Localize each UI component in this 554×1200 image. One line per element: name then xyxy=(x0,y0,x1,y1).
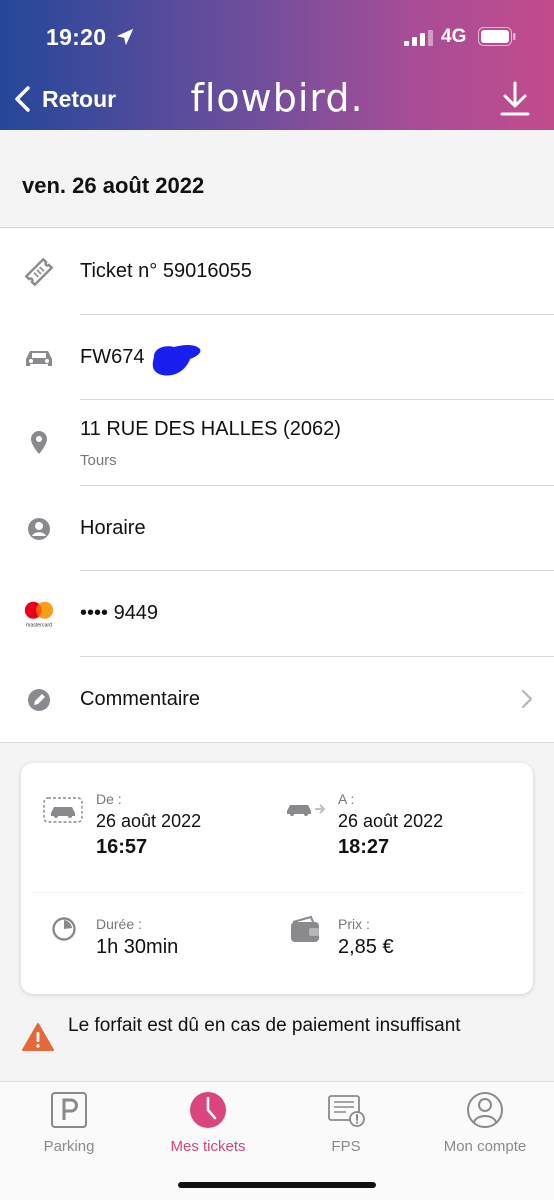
parking-summary-card: De : 26 août 2022 16:57 A : 26 août 2022… xyxy=(21,763,533,994)
ticket-date: ven. 26 août 2022 xyxy=(22,173,205,198)
end-cell: A : 26 août 2022 18:27 xyxy=(338,791,443,859)
ticket-details-list: Ticket n° 59016055 FW674 11 RUE DES HALL… xyxy=(0,229,554,743)
signal-icon xyxy=(404,30,433,46)
start-cell: De : 26 août 2022 16:57 xyxy=(96,791,201,859)
status-bar: 19:20 4G xyxy=(0,0,554,72)
car-start-icon xyxy=(43,797,83,823)
tariff-row: Horaire xyxy=(0,486,554,571)
network-type: 4G xyxy=(441,26,467,47)
car-end-icon xyxy=(287,804,326,816)
redaction-scribble xyxy=(152,344,201,376)
pencil-icon xyxy=(22,685,56,715)
warning-triangle-icon xyxy=(22,1023,54,1051)
ticket-date-header: ven. 26 août 2022 xyxy=(0,130,554,228)
ticket-icon xyxy=(22,257,56,287)
chevron-right-icon xyxy=(521,689,533,708)
app-header: 19:20 4G Retour flowbird. xyxy=(0,0,554,130)
map-pin-icon xyxy=(22,428,56,458)
tab-mon-compte-label: Mon compte xyxy=(443,1138,527,1155)
duration-cell: Durée : 1h 30min xyxy=(96,916,178,959)
account-icon xyxy=(467,1092,503,1128)
end-time: 18:27 xyxy=(338,836,390,858)
flowbird-logo: flowbird. xyxy=(190,76,364,120)
mastercard-icon: mastercard xyxy=(22,599,56,629)
end-date: 26 août 2022 xyxy=(338,811,444,831)
payment-card-row: mastercard •••• 9449 xyxy=(0,571,554,657)
price-cell: Prix : 2,85 € xyxy=(338,916,394,959)
ticket-number: Ticket n° 59016055 xyxy=(80,260,252,282)
start-date: 26 août 2022 xyxy=(96,811,202,831)
tab-parking-label: Parking xyxy=(43,1138,95,1155)
download-icon[interactable] xyxy=(498,80,532,118)
tab-mes-tickets[interactable]: Mes tickets xyxy=(139,1090,277,1160)
address: 11 RUE DES HALLES (2062) xyxy=(80,418,341,440)
car-icon xyxy=(22,343,56,373)
home-indicator xyxy=(178,1182,376,1188)
license-plate: FW674 xyxy=(80,345,145,368)
card-divider xyxy=(31,892,523,893)
wallet-icon xyxy=(291,915,319,942)
tariff: Horaire xyxy=(80,516,146,539)
pie-clock-icon xyxy=(52,917,76,941)
parking-icon xyxy=(51,1092,87,1128)
user-circle-icon xyxy=(22,514,56,544)
warning-text: Le forfait est dû en cas de paiement ins… xyxy=(68,1015,461,1036)
comment-row[interactable]: Commentaire xyxy=(0,657,554,743)
location-row: 11 RUE DES HALLES (2062) Tours xyxy=(0,400,554,486)
tab-mes-tickets-label: Mes tickets xyxy=(170,1138,246,1155)
clock-icon xyxy=(190,1092,226,1128)
tab-fps-label: FPS xyxy=(331,1138,361,1155)
payment-warning: Le forfait est dû en cas de paiement ins… xyxy=(22,1014,542,1070)
status-time: 19:20 xyxy=(46,24,107,50)
ticket-number-row: Ticket n° 59016055 xyxy=(0,229,554,315)
tab-parking[interactable]: Parking xyxy=(0,1090,138,1160)
location-arrow-icon xyxy=(116,28,134,46)
fps-document-icon xyxy=(328,1095,365,1127)
city: Tours xyxy=(80,452,117,469)
vehicle-row: FW674 xyxy=(0,315,554,400)
duration-value: 1h 30min xyxy=(96,936,179,958)
tab-mon-compte[interactable]: Mon compte xyxy=(416,1090,554,1160)
duration-label: Durée : xyxy=(96,916,142,932)
start-label: De : xyxy=(96,791,122,807)
end-label: A : xyxy=(338,791,355,807)
comment-label: Commentaire xyxy=(80,687,201,710)
battery-icon xyxy=(478,27,516,46)
card-number: •••• 9449 xyxy=(80,602,159,624)
tab-fps[interactable]: FPS xyxy=(277,1090,415,1160)
mastercard-wordmark: mastercard xyxy=(26,622,52,628)
price-label: Prix : xyxy=(338,916,370,932)
start-time: 16:57 xyxy=(96,836,148,858)
price-value: 2,85 € xyxy=(338,936,394,958)
